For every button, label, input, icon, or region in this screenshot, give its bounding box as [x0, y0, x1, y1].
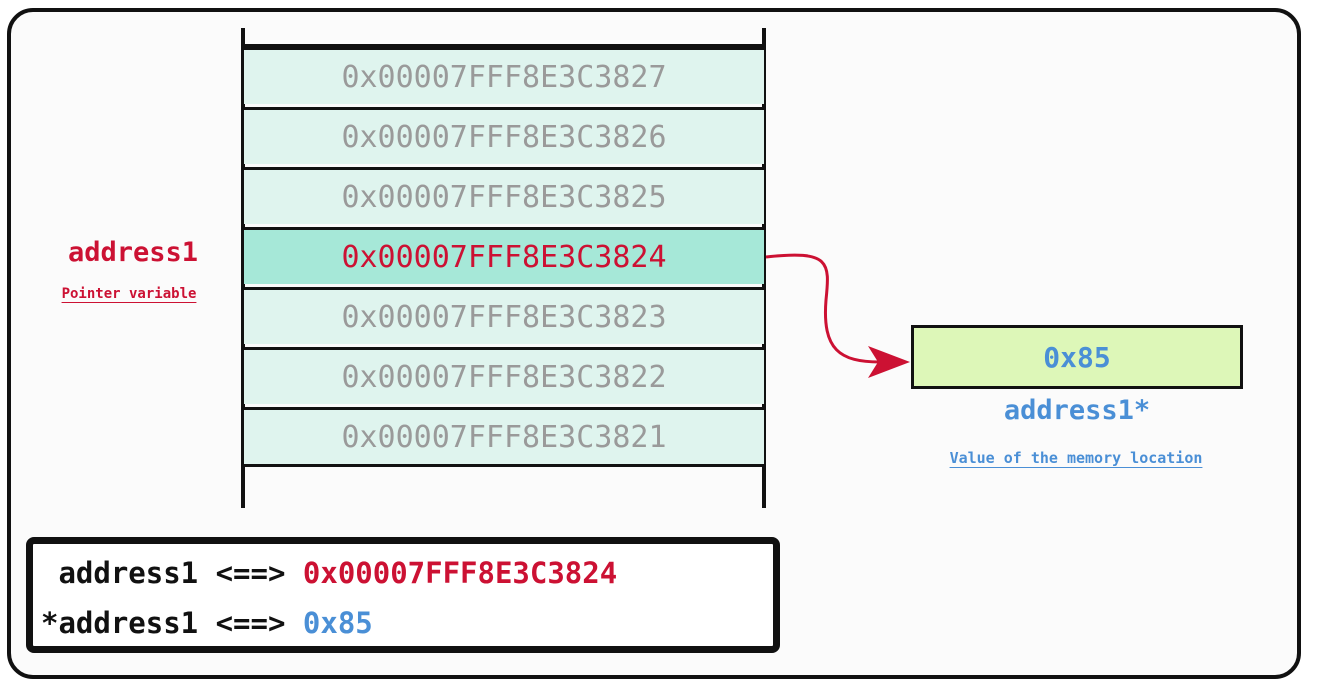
summary-value-lhs: *address1 <==>	[41, 606, 303, 640]
summary-box: address1 <==> 0x00007FFF8E3C3824 *addres…	[26, 537, 780, 653]
summary-pointer-lhs: address1 <==>	[41, 556, 303, 590]
value-box: 0x85	[911, 325, 1243, 389]
summary-line-value: *address1 <==> 0x85	[41, 606, 373, 640]
summary-value-rhs: 0x85	[302, 606, 373, 640]
arrow-path	[765, 253, 881, 364]
dereference-description-label: Value of the memory location	[949, 449, 1203, 467]
summary-pointer-rhs: 0x00007FFF8E3C3824	[302, 556, 618, 590]
summary-line-pointer: address1 <==> 0x00007FFF8E3C3824	[41, 556, 617, 590]
value-text: 0x85	[1043, 340, 1111, 374]
dereference-name-label: address1*	[1003, 395, 1151, 426]
